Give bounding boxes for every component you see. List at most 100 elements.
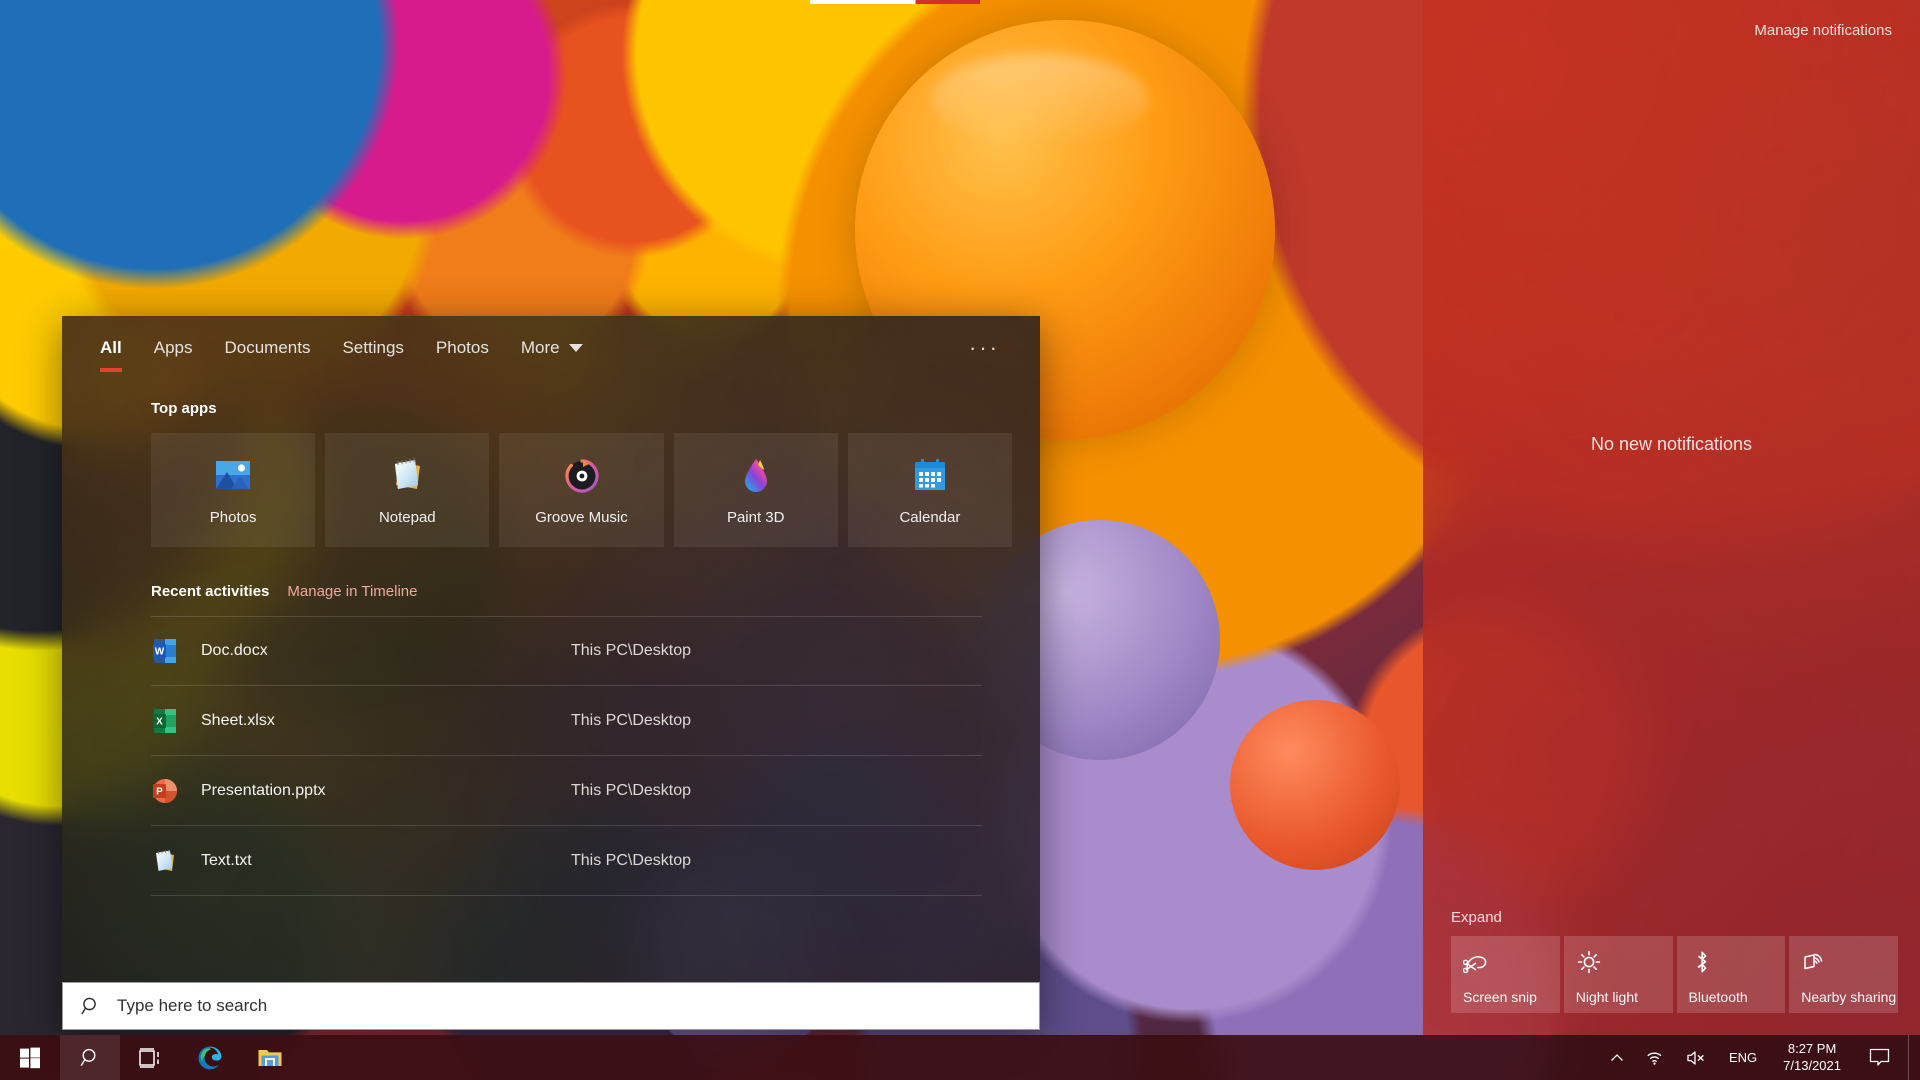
action-center-button[interactable] [1855,1035,1904,1080]
tray-language-button[interactable]: ENG [1717,1050,1769,1065]
quick-actions-grid: Screen snip Night light Bluetooth Nearby… [1423,936,1920,1035]
quick-action-night-light[interactable]: Night light [1563,936,1673,1013]
tray-language-label: ENG [1728,1050,1758,1065]
recent-item-location: This PC\Desktop [571,781,692,799]
app-tile-groove-music[interactable]: Groove Music [499,433,664,547]
recent-activities-list: W Doc.docx This PC\Desktop X Sheet.xlsx … [151,616,982,896]
night-light-icon [1577,950,1600,974]
bluetooth-icon [1697,951,1706,973]
quick-action-label: Bluetooth [1688,989,1748,1005]
tab-all[interactable]: All [84,316,138,380]
recent-item-doc[interactable]: W Doc.docx This PC\Desktop [151,616,982,686]
tab-photos[interactable]: Photos [420,316,505,380]
app-tile-label: Calendar [899,508,961,526]
ellipsis-icon: ··· [969,335,1000,360]
search-tab-bar: All Apps Documents Settings Photos More … [62,316,1040,380]
taskbar-search-button[interactable] [60,1035,120,1080]
edge-button[interactable] [180,1035,240,1080]
search-icon [80,1048,96,1066]
section-title: Recent activities [151,583,270,600]
search-icon [81,997,96,1015]
chevron-up-icon [1611,1053,1623,1061]
tab-more[interactable]: More [505,316,599,380]
wallpaper-balloon [1230,700,1400,870]
tray-overflow-button[interactable] [1599,1035,1635,1080]
recent-item-location: This PC\Desktop [571,711,692,729]
tray-time: 8:27 PM [1787,1041,1837,1057]
notepad-icon [156,849,174,871]
recent-item-name: Presentation.pptx [201,781,326,799]
start-button[interactable] [0,1035,60,1080]
expand-quick-actions-link[interactable]: Expand [1423,909,1920,936]
screen-top-strip [810,0,980,4]
tab-label: All [100,338,122,357]
app-tile-label: Photos [209,508,257,526]
chevron-down-icon [568,344,583,352]
top-apps-row: Photos Notepad Groove Music Paint 3D Cal… [151,433,1013,547]
search-input-placeholder: Type here to search [117,996,268,1015]
quick-action-label: Screen snip [1463,989,1537,1005]
recent-item-location: This PC\Desktop [571,851,692,869]
tray-network-button[interactable] [1635,1035,1675,1080]
calendar-icon [914,458,945,490]
recent-item-location: This PC\Desktop [571,642,692,659]
tab-label: Documents [224,338,311,357]
recent-item-text[interactable]: Text.txt This PC\Desktop [151,826,982,896]
wifi-icon [1647,1051,1662,1065]
quick-action-label: Night light [1575,989,1639,1005]
word-icon: W [153,639,176,663]
app-tile-photos[interactable]: Photos [151,433,316,547]
action-center-icon [1869,1048,1890,1066]
app-tile-label: Notepad [378,508,436,526]
tab-label: Photos [435,338,489,357]
search-results-panel: All Apps Documents Settings Photos More … [62,316,1040,1030]
action-center-panel: Manage notifications No new notification… [1423,0,1920,1035]
top-apps-header: Top apps [151,400,1012,417]
tab-apps[interactable]: Apps [138,316,209,380]
recent-item-presentation[interactable]: P Presentation.pptx This PC\Desktop [151,756,982,826]
search-input[interactable]: Type here to search [62,982,1040,1030]
manage-notifications-label: Manage notifications [1754,22,1892,39]
manage-in-timeline-link[interactable]: Manage in Timeline [287,583,417,600]
recent-item-sheet[interactable]: X Sheet.xlsx This PC\Desktop [151,686,982,756]
groove-music-icon [564,458,599,493]
quick-action-bluetooth[interactable]: Bluetooth [1676,936,1786,1013]
recent-item-name: Text.txt [201,851,252,869]
notepad-icon [395,457,421,489]
app-tile-notepad[interactable]: Notepad [325,433,490,547]
speaker-muted-icon [1687,1050,1704,1065]
nearby-sharing-icon [1804,953,1823,970]
tray-date: 7/13/2021 [1783,1057,1841,1073]
quick-action-label: Nearby sharing [1801,989,1897,1005]
more-options-button[interactable]: ··· [951,316,1018,380]
recent-activities-header: Recent activities Manage in Timeline [151,583,1012,600]
tab-documents[interactable]: Documents [208,316,326,380]
task-view-icon [139,1047,159,1068]
task-view-button[interactable] [120,1035,180,1080]
no-notifications-label: No new notifications [1590,433,1753,454]
edge-icon [198,1046,222,1069]
svg-text:W: W [155,647,165,658]
expand-label: Expand [1451,909,1502,926]
app-tile-paint-3d[interactable]: Paint 3D [673,433,838,547]
file-explorer-button[interactable] [240,1035,300,1080]
paint-3d-icon [744,458,767,492]
screen-snip-icon [1463,956,1487,974]
no-notifications-message: No new notifications [1423,39,1920,909]
tab-label: Settings [342,338,404,357]
tray-volume-button[interactable] [1675,1035,1717,1080]
manage-notifications-link[interactable]: Manage notifications [1423,0,1920,39]
quick-action-nearby-sharing[interactable]: Nearby sharing [1789,936,1898,1013]
tab-label: More [520,338,560,357]
show-desktop-button[interactable] [1908,1035,1916,1080]
file-explorer-icon [258,1049,282,1066]
quick-action-screen-snip[interactable]: Screen snip [1451,936,1560,1013]
taskbar: ENG 8:27 PM 7/13/2021 [0,1035,1920,1080]
section-title: Top apps [151,400,217,417]
tab-settings[interactable]: Settings [326,316,419,380]
app-tile-calendar[interactable]: Calendar [847,433,1013,547]
recent-item-name: Sheet.xlsx [201,711,275,729]
tray-clock[interactable]: 8:27 PM 7/13/2021 [1769,1035,1855,1080]
app-tile-label: Groove Music [535,508,628,526]
app-tile-label: Paint 3D [726,508,785,526]
